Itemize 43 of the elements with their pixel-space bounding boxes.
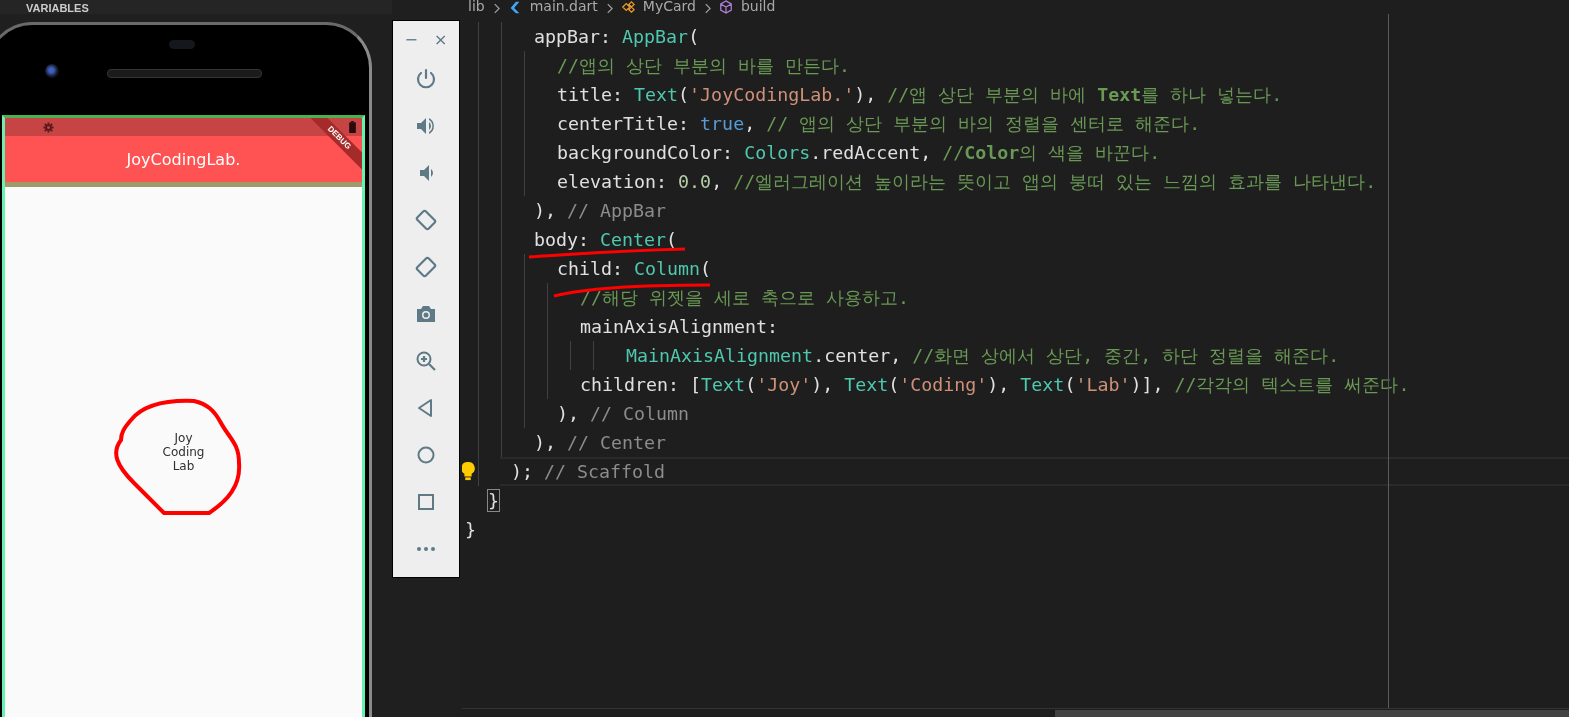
code-line: ); // Scaffold — [511, 461, 666, 482]
code-line: //앱의 상단 부분의 바를 만든다. — [557, 55, 851, 76]
rotate-left-icon[interactable] — [414, 207, 438, 232]
code-line: ), // AppBar — [534, 200, 667, 221]
chevron-icon — [703, 3, 711, 14]
breadcrumb-item[interactable]: main.dart — [529, 0, 598, 14]
settings-icon — [43, 121, 54, 133]
close-button[interactable]: × — [432, 31, 450, 49]
battery-icon — [349, 121, 356, 133]
code-line: body: Center( — [534, 229, 678, 250]
code-line: child: Column( — [557, 258, 712, 279]
code-line: //해당 위젯을 세로 축으로 사용하고. — [580, 287, 910, 308]
scrollbar[interactable] — [1055, 710, 1569, 717]
power-icon[interactable] — [414, 66, 438, 91]
class-icon — [620, 0, 635, 14]
code-line: } — [488, 490, 500, 511]
code-line: ), // Center — [534, 432, 667, 453]
code-line: ), // Column — [557, 403, 690, 424]
chevron-icon — [492, 3, 500, 14]
code-line: backgroundColor: Colors.redAccent, //Color의 색을 바꾼다. — [557, 142, 1161, 163]
sensor — [169, 40, 195, 49]
code-line: centerTitle: true, // 앱의 상단 부분의 바의 정렬을 센터로 해준다. — [557, 113, 1201, 134]
code-line: } — [465, 519, 477, 540]
lightbulb-icon[interactable] — [462, 461, 476, 481]
chevron-icon — [605, 3, 613, 14]
code-line: mainAxisAlignment: — [580, 316, 779, 337]
breadcrumb-item[interactable]: lib — [468, 0, 485, 14]
minimize-button[interactable]: − — [402, 31, 420, 49]
body-text: Coding — [162, 444, 205, 459]
code-line: title: Text('JoyCodingLab.'), //앱 상단 부분의 바에 Text를 하나 넣는다. — [557, 84, 1283, 105]
cube-icon — [718, 0, 733, 14]
code-line: elevation: 0.0, //엘러그레이션 높이라는 뜻이고 앱의 붕떠 있는 느낌의 효과를 나타낸다. — [557, 171, 1377, 192]
front-camera — [45, 64, 59, 78]
code-line: children: [Text('Joy'), Text('Coding'), Text('Lab')], //각각의 텍스트를 써준다. — [580, 374, 1410, 395]
body-text: Joy — [174, 430, 193, 445]
code-line: MainAxisAlignment.center, //화면 상에서 상단, 중간, 하단 정렬을 해준다. — [626, 345, 1340, 366]
body-text: Lab — [172, 458, 195, 473]
code-line: appBar: AppBar( — [534, 26, 700, 47]
breadcrumb-item[interactable]: MyCard — [642, 0, 696, 14]
panel-header: VARIABLES — [26, 2, 89, 14]
rotate-right-icon[interactable] — [414, 254, 438, 279]
breadcrumb-item[interactable]: build — [740, 0, 776, 14]
app-title: JoyCodingLab. — [126, 149, 241, 169]
